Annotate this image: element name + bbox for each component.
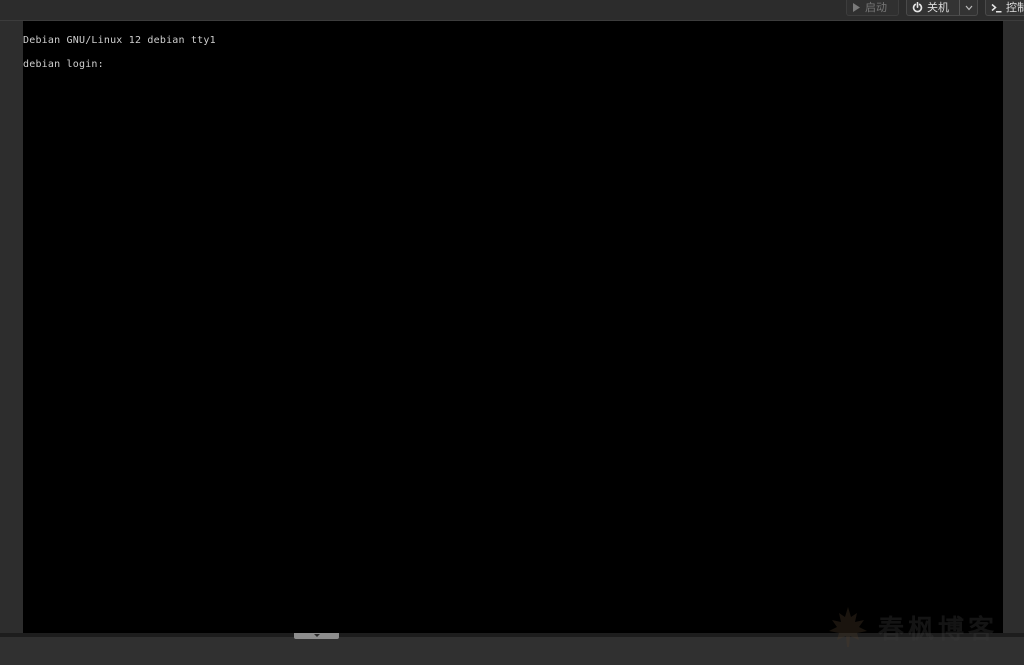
shutdown-menu-toggle[interactable] bbox=[959, 0, 977, 15]
vm-console-screen[interactable]: Debian GNU/Linux 12 debian tty1 debian l… bbox=[23, 21, 1003, 633]
vm-console-window: 启动 关机 控制台 bbox=[0, 0, 1024, 665]
console-login-prompt: debian login: bbox=[23, 59, 104, 70]
shutdown-button[interactable]: 关机 bbox=[906, 0, 978, 16]
power-icon bbox=[912, 2, 923, 13]
play-icon bbox=[852, 3, 861, 12]
console-boot-banner: Debian GNU/Linux 12 debian tty1 bbox=[23, 35, 216, 46]
bottom-panel bbox=[0, 633, 1024, 665]
chevron-down-icon bbox=[965, 5, 973, 11]
console-container: Debian GNU/Linux 12 debian tty1 debian l… bbox=[0, 21, 1024, 633]
start-button[interactable]: 启动 bbox=[846, 0, 899, 16]
shutdown-button-label: 关机 bbox=[927, 1, 949, 14]
toolbar: 启动 关机 控制台 bbox=[0, 0, 1024, 21]
console-button[interactable]: 控制台 bbox=[985, 0, 1024, 16]
start-button-label: 启动 bbox=[865, 1, 887, 14]
terminal-icon bbox=[991, 3, 1002, 13]
panel-collapse-handle[interactable] bbox=[294, 633, 339, 639]
chevron-down-icon bbox=[313, 634, 320, 637]
console-button-label: 控制台 bbox=[1006, 1, 1024, 14]
